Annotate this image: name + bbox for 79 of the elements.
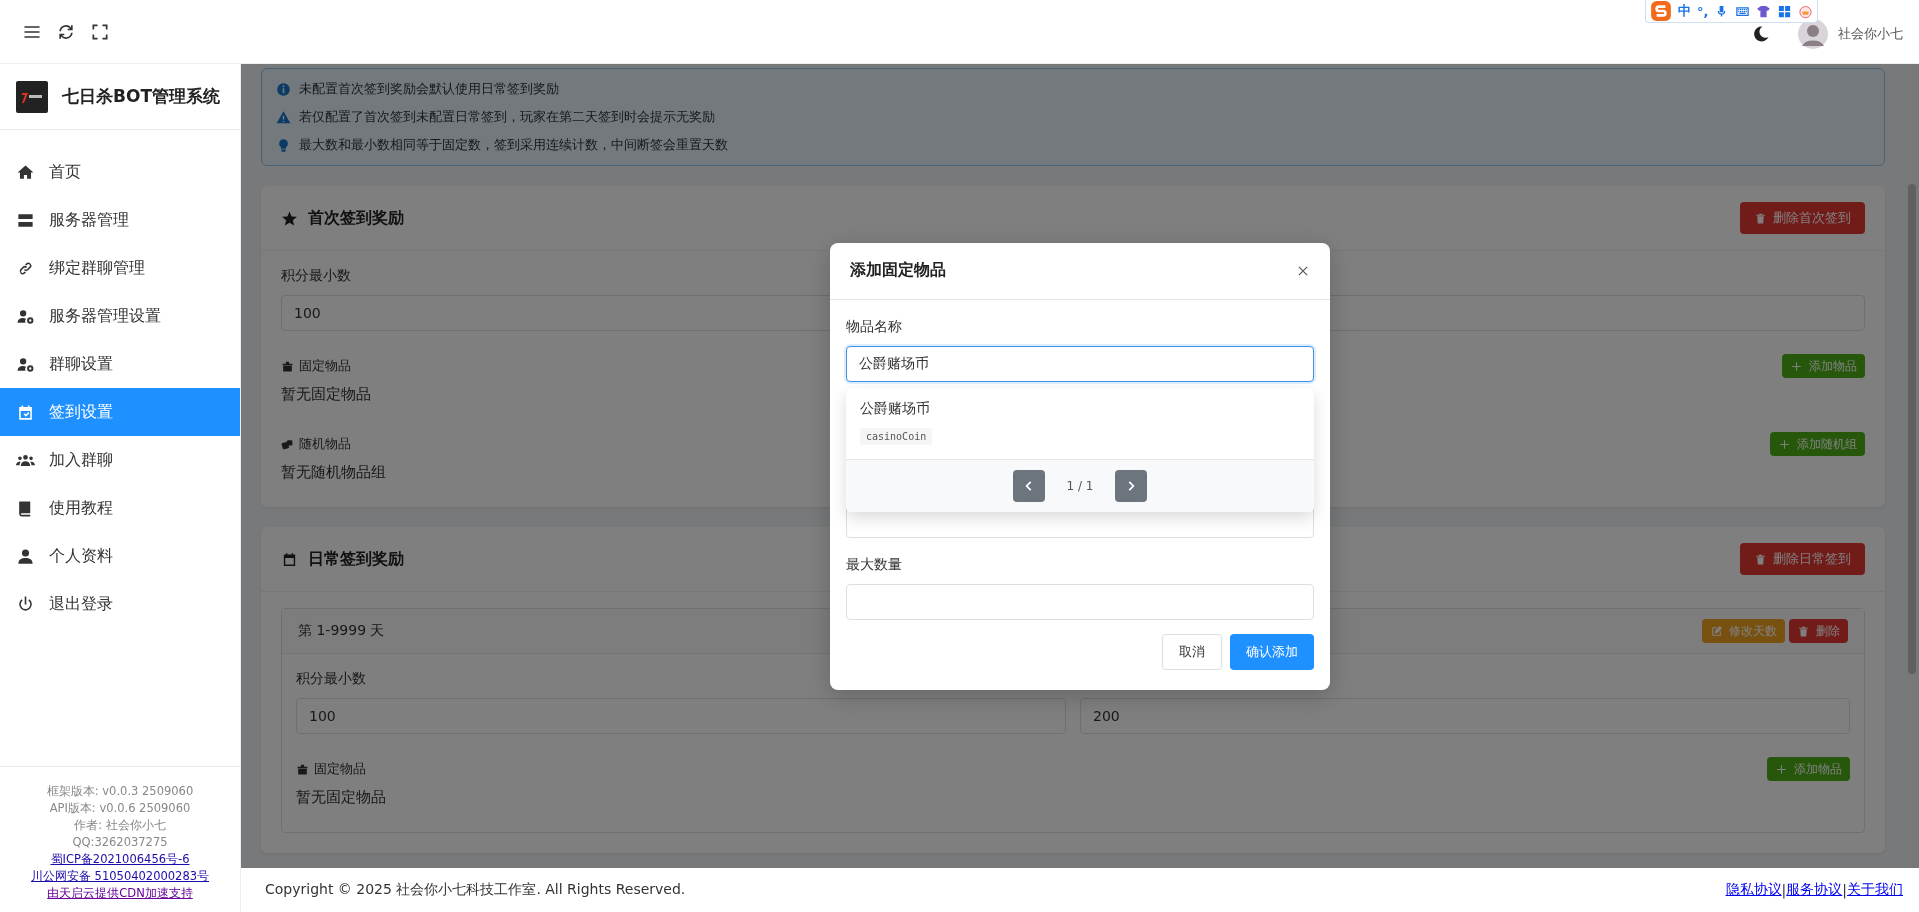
link-separator: |: [1781, 882, 1787, 898]
dice-icon: [281, 437, 294, 451]
version-info: QQ:3262037275: [72, 834, 168, 851]
shirt-icon[interactable]: [1756, 3, 1772, 19]
moon-icon[interactable]: [1752, 24, 1770, 43]
info-icon: [276, 81, 291, 97]
card-title: 首次签到奖励: [308, 207, 404, 229]
empty-text: 暂无固定物品: [281, 385, 371, 405]
warning-icon: [276, 109, 291, 125]
box-icon: [296, 762, 309, 776]
trash-icon: [1797, 624, 1810, 638]
sidebar-item[interactable]: 群聊设置: [0, 340, 240, 388]
day-range-title: 第 1-9999 天: [298, 622, 385, 640]
sidebar-item[interactable]: 个人资料: [0, 532, 240, 580]
footer-link[interactable]: 蜀ICP备2021006456号-6: [50, 851, 190, 868]
footer-link[interactable]: 服务协议: [1786, 881, 1843, 899]
power-icon: [16, 594, 35, 614]
footer-link[interactable]: 隐私协议: [1725, 881, 1782, 899]
sidebar-item[interactable]: 首页: [0, 148, 240, 196]
footer-link[interactable]: 由天启云提供CDN加速支持: [47, 885, 193, 902]
star-icon: [281, 209, 298, 227]
user-name[interactable]: 社会你小七: [1838, 24, 1903, 43]
notice-text: 未配置首次签到奖励会默认使用日常签到奖励: [299, 80, 559, 98]
field-label: 积分最小数: [296, 670, 366, 688]
field-label: 积分最小数: [281, 267, 351, 285]
sidebar-item[interactable]: 服务器管理设置: [0, 292, 240, 340]
notice-text: 若仅配置了首次签到未配置日常签到，玩家在第二天签到时会提示无奖励: [299, 108, 715, 126]
app-title: 七日杀BOT管理系统: [62, 85, 220, 108]
mascot-icon[interactable]: [1798, 3, 1814, 19]
input-field[interactable]: [846, 583, 1314, 620]
lightbulb-icon: [276, 137, 291, 153]
trash-icon: [1754, 211, 1767, 225]
suggestion-item[interactable]: 公爵赌场币 casinoCoin: [846, 387, 1314, 459]
cancel-button[interactable]: 取消: [1162, 633, 1222, 670]
empty-text: 暂无随机物品组: [281, 463, 386, 483]
plus-icon: [1790, 359, 1803, 373]
calendar-check-icon: [16, 402, 35, 422]
page-indicator: 1 / 1: [1066, 478, 1094, 493]
plus-icon: [1778, 437, 1791, 451]
version-info: API版本: v0.0.6 2509060: [49, 800, 191, 817]
grid-icon[interactable]: [1777, 3, 1793, 19]
item-code-tag: casinoCoin: [860, 427, 933, 445]
card-title: 日常签到奖励: [308, 548, 404, 570]
input-field[interactable]: 200: [1080, 698, 1850, 734]
link-separator: |: [1842, 882, 1847, 898]
home-icon: [16, 162, 35, 182]
plus-icon: [1775, 762, 1788, 776]
field-label: 最大数量: [846, 555, 902, 574]
input-field[interactable]: 100: [296, 698, 1066, 734]
logo-icon: [16, 80, 48, 113]
sidebar-item[interactable]: 退出登录: [0, 580, 240, 628]
version-info: 作者: 社会你小七: [74, 817, 166, 834]
empty-text: 暂无固定物品: [296, 788, 386, 808]
dialog-title: 添加固定物品: [850, 260, 946, 281]
input-method-logo-icon[interactable]: [1650, 0, 1672, 22]
section-label: 固定物品: [299, 357, 351, 375]
footer-link[interactable]: 关于我们: [1847, 881, 1903, 899]
section-label: 随机物品: [299, 435, 351, 453]
trash-icon: [1754, 552, 1767, 566]
item-name-field[interactable]: 公爵赌场币: [846, 345, 1314, 382]
edit-icon: [1710, 624, 1723, 638]
section-label: 固定物品: [314, 760, 366, 778]
sidebar-item[interactable]: 使用教程: [0, 484, 240, 532]
item-name: 公爵赌场币: [860, 399, 930, 418]
box-icon: [281, 359, 294, 373]
user-icon: [16, 546, 35, 566]
avatar[interactable]: [1798, 18, 1828, 49]
copyright-text: Copyright © 2025 社会你小七科技工作室. All Rights Reserved.: [265, 881, 686, 899]
input-mode-toggle[interactable]: 中: [1678, 2, 1691, 20]
footer-link[interactable]: 川公网安备 51050402000283号: [30, 868, 210, 885]
sidebar-item[interactable]: 服务器管理: [0, 196, 240, 244]
sidebar-item[interactable]: 加入群聊: [0, 436, 240, 484]
calendar-icon: [281, 550, 298, 568]
notice-text: 最大数和最小数相同等于固定数，签到采用连续计数，中间断签会重置天数: [299, 136, 728, 154]
sidebar-item[interactable]: 绑定群聊管理: [0, 244, 240, 292]
version-info: 框架版本: v0.0.3 2509060: [46, 783, 194, 800]
next-page-button[interactable]: [1115, 469, 1148, 502]
punctuation-toggle[interactable]: °,: [1697, 3, 1709, 19]
previous-page-button[interactable]: [1012, 469, 1045, 502]
